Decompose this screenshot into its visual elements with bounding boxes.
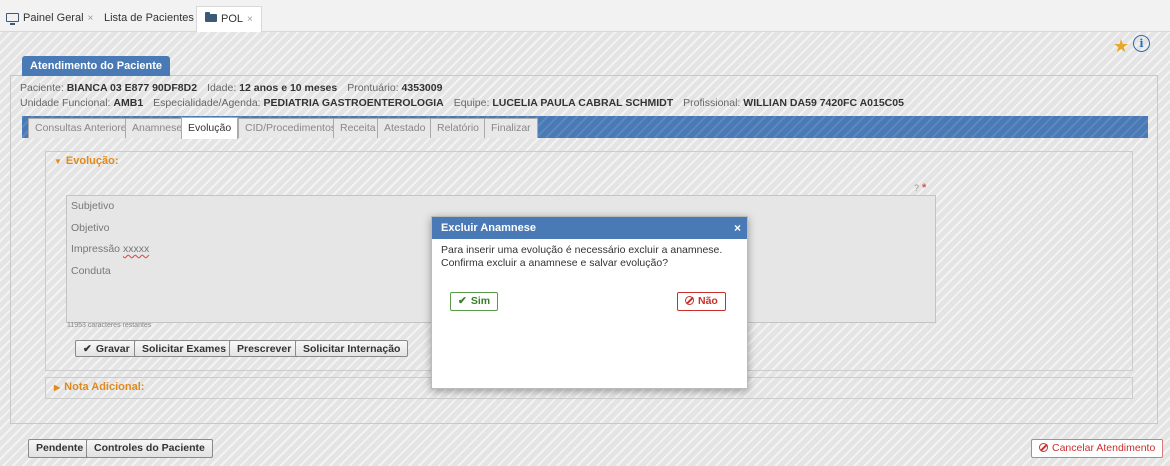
close-icon[interactable]: × [247,14,253,25]
tab-evolucao[interactable]: Evolução [181,117,239,139]
tab-relatorio[interactable]: Relatório [430,118,487,138]
top-tab-bar: Painel Geral× Lista de Pacientes× POL× [0,0,1170,32]
text-line-impressao: Impressão xxxxx [71,243,150,255]
check-icon: ✔ [458,295,467,307]
patient-info-line: Paciente: BIANCA 03 E877 90DF8D2 Idade: 1… [20,82,443,94]
close-icon[interactable]: × [88,13,94,24]
text-line-subjetivo: Subjetivo [71,200,115,212]
prescrever-button[interactable]: Prescrever [229,340,300,357]
patient-record: 4353009 [401,82,443,94]
specialty-value: PEDIATRIA GASTROENTEROLOGIA [263,97,444,109]
tab-cid-procedimentos[interactable]: CID/Procedimentos [238,118,344,138]
tab-consultas-anteriores[interactable]: Consultas Anteriores [28,118,139,138]
dialog-message-line-1: Para inserir uma evolução é necessário e… [441,244,723,256]
tab-label: Painel Geral [23,12,84,24]
required-asterisk: * [922,182,927,194]
unit-info-line: Unidade Funcional: AMB1 Especialidade/Age… [20,97,904,109]
patient-age: 12 anos e 10 meses [239,82,338,94]
star-icon[interactable]: ★ [1113,37,1129,55]
tab-label: POL [221,13,244,25]
tab-anamnese[interactable]: Anamnese [125,118,190,138]
controles-paciente-button[interactable]: Controles do Paciente [86,439,213,458]
unit-value: AMB1 [113,97,144,109]
solicitar-exames-button[interactable]: Solicitar Exames [134,340,235,357]
pendente-button[interactable]: Pendente [28,439,92,458]
nao-button[interactable]: Não [677,292,726,311]
ban-icon [1039,443,1048,452]
chars-remaining: 11953 caracteres restantes [67,322,152,329]
dialog-title: Excluir Anamnese × [432,217,747,239]
dialog-message-line-2: Confirma excluir a anamnese e salvar evo… [441,257,669,269]
sim-button[interactable]: ✔ Sim [450,292,499,311]
patient-name: BIANCA 03 E877 90DF8D2 [66,82,198,94]
tab-finalizar[interactable]: Finalizar [484,118,538,138]
professional-value: WILLIAN DA59 7420FC A015C05 [743,97,904,109]
info-icon[interactable]: i [1133,35,1150,52]
caret-right-icon: ▶ [54,383,61,392]
tab-label: Lista de Pacientes [104,12,194,24]
help-required-markers: ? * [914,182,926,194]
ban-icon [685,296,694,305]
tab-lista-pacientes[interactable]: Lista de Pacientes× [104,8,204,28]
team-value: LUCELIA PAULA CABRAL SCHMIDT [492,97,674,109]
text-line-conduta: Conduta [71,265,111,277]
close-icon[interactable]: × [734,217,741,239]
text-line-objetivo: Objetivo [71,222,110,234]
tab-receita[interactable]: Receita [333,118,383,138]
cancelar-atendimento-button[interactable]: Cancelar Atendimento [1031,439,1164,458]
evolucao-section-title[interactable]: ▼ Evolução: [54,155,119,167]
tab-pol[interactable]: POL × [196,6,262,32]
folder-icon [205,12,217,23]
caret-down-icon: ▼ [54,157,62,166]
help-icon[interactable]: ? [914,183,919,193]
solicitar-internacao-button[interactable]: Solicitar Internação [295,340,409,357]
tab-atestado[interactable]: Atestado [377,118,433,138]
panel-title: Atendimento do Paciente [22,56,171,76]
monitor-icon [6,12,19,25]
gravar-button[interactable]: ✔ Gravar [75,340,138,357]
tab-painel-geral[interactable]: Painel Geral × [6,8,93,28]
nota-adicional-title[interactable]: ▶ Nota Adicional: [54,381,144,393]
check-icon: ✔ [83,343,92,355]
